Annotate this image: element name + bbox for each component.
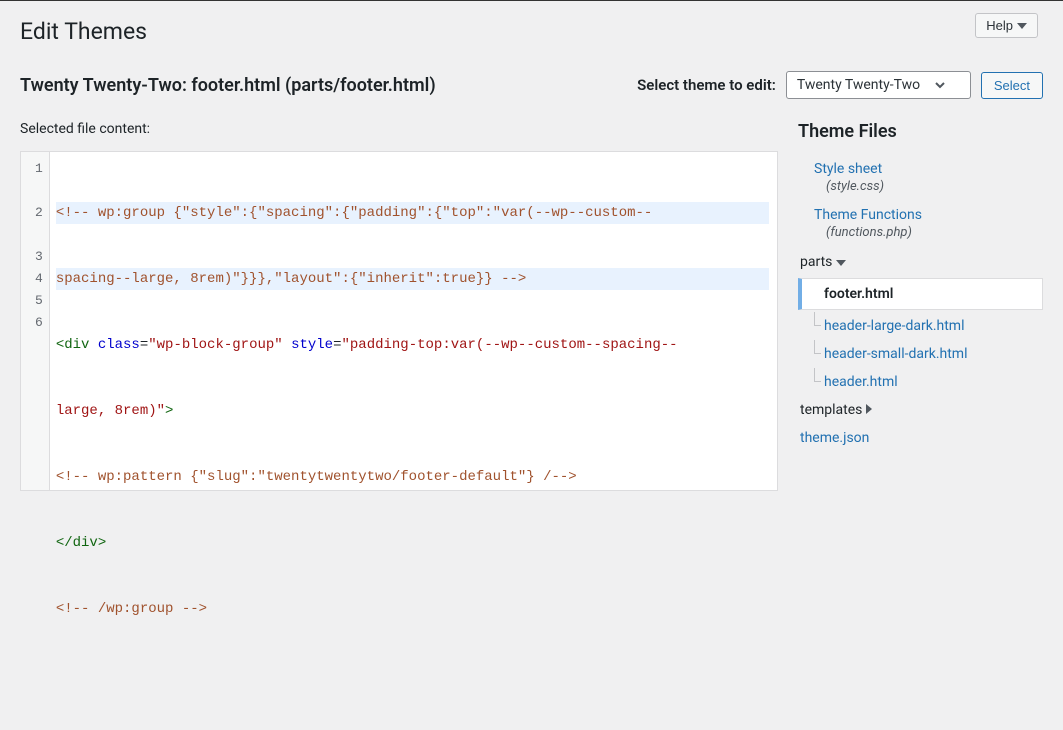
folder-templates[interactable]: templates <box>798 396 1043 424</box>
code-line: <!-- wp:pattern {"slug":"twentytwentytwo… <box>56 466 769 488</box>
file-header[interactable]: header.html <box>798 368 1043 396</box>
selected-file-label: Selected file content: <box>20 121 778 137</box>
theme-select[interactable]: Twenty Twenty-Two <box>786 71 971 99</box>
code-line: <!-- /wp:group --> <box>56 598 769 620</box>
code-area[interactable]: <!-- wp:group {"style":{"spacing":{"padd… <box>50 152 777 490</box>
folder-parts[interactable]: parts <box>798 248 1043 276</box>
file-theme-json[interactable]: theme.json <box>798 424 1043 452</box>
code-editor[interactable]: 1 2 3 4 5 6 <!-- wp:group {"style":{"spa… <box>20 151 778 491</box>
code-line <box>56 664 769 686</box>
select-button[interactable]: Select <box>981 72 1043 99</box>
code-line: large, 8rem)"> <box>56 400 769 422</box>
file-summary: Twenty Twenty-Two: footer.html (parts/fo… <box>20 75 436 96</box>
file-header-small-dark[interactable]: header-small-dark.html <box>798 340 1043 368</box>
file-footer-html[interactable]: footer.html <box>798 278 1043 310</box>
code-line: <div class="wp-block-group" style="paddi… <box>56 334 769 356</box>
file-stylesheet[interactable]: Style sheet <box>798 156 1043 179</box>
help-button[interactable]: Help <box>975 13 1038 38</box>
theme-files-title: Theme Files <box>798 121 1043 142</box>
theme-select-value: Twenty Twenty-Two <box>797 77 920 93</box>
file-functions-sub: (functions.php) <box>798 225 1043 248</box>
page-title: Edit Themes <box>0 14 1063 53</box>
code-line: spacing--large, 8rem)"}}},"layout":{"inh… <box>56 268 769 290</box>
chevron-right-icon <box>866 404 872 414</box>
chevron-down-icon <box>1017 23 1027 29</box>
chevron-down-icon <box>934 79 946 91</box>
file-stylesheet-sub: (style.css) <box>798 179 1043 202</box>
file-header-large-dark[interactable]: header-large-dark.html <box>798 312 1043 340</box>
code-line: <!-- wp:group {"style":{"spacing":{"padd… <box>56 202 769 224</box>
code-line: </div> <box>56 532 769 554</box>
theme-select-group: Select theme to edit: Twenty Twenty-Two … <box>637 71 1043 99</box>
chevron-down-icon <box>836 260 846 266</box>
line-gutter: 1 2 3 4 5 6 <box>21 152 50 490</box>
file-tree: Style sheet (style.css) Theme Functions … <box>798 156 1043 452</box>
select-theme-label: Select theme to edit: <box>637 76 776 94</box>
help-label: Help <box>986 18 1013 33</box>
file-functions[interactable]: Theme Functions <box>798 202 1043 225</box>
